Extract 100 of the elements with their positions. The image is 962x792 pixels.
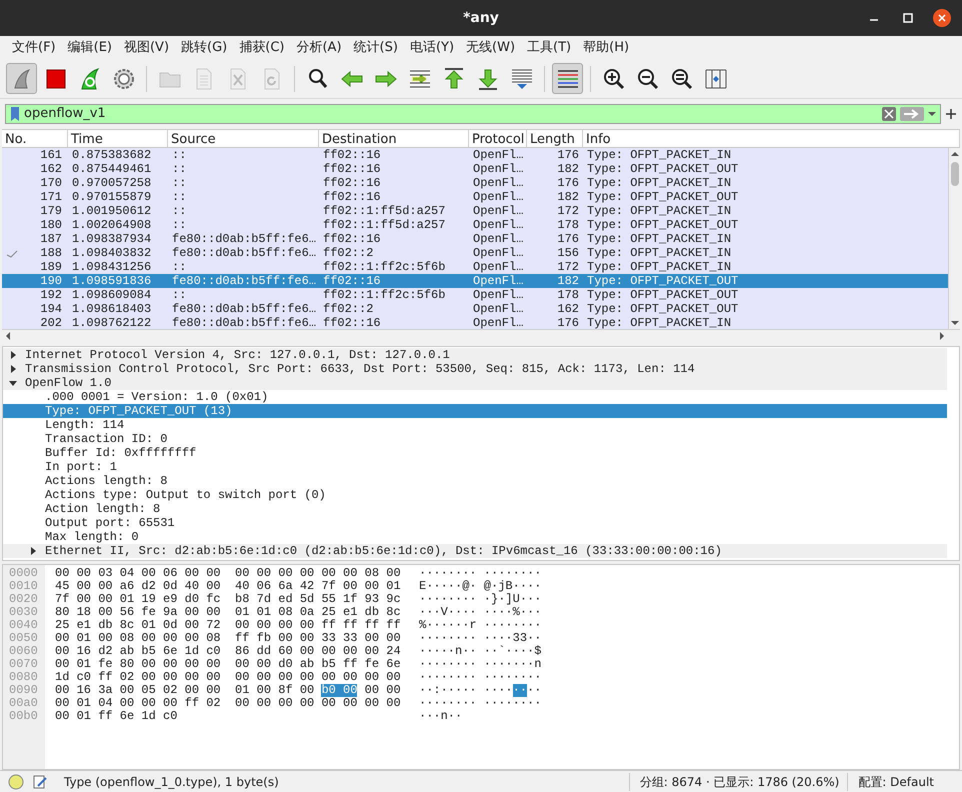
column-header[interactable]: Length (527, 130, 583, 147)
table-cell-text: OpenFl… (472, 189, 524, 205)
table-cell-text: 1.002064908 (71, 217, 152, 234)
detail-text: Ethernet II, Src: d2:ab:b5:6e:1d:c0 (d2:ab:b5:6e:1d:c0), Dst: IPv6mcast_16 (33:33:00:00:00:16) (45, 543, 722, 560)
offset-label: 0070 (8, 658, 39, 671)
column-header[interactable]: No. (2, 130, 68, 147)
detail-row[interactable]: Actions length: 8 (3, 474, 947, 488)
packet-row[interactable]: 170 0.970057258 :: ff02::16 OpenFl… 176 Type: OFPT_PACKET_IN (2, 176, 948, 190)
menu-item[interactable]: 视图(V) (118, 38, 176, 58)
scroll-right-icon[interactable] (938, 332, 946, 340)
menu-item[interactable]: 无线(W) (460, 38, 522, 58)
collapse-arrow-icon[interactable] (9, 379, 17, 387)
menu-item[interactable]: 帮助(H) (577, 38, 636, 58)
column-header[interactable]: Source (168, 130, 319, 147)
detail-text: Output port: 65531 (45, 515, 175, 531)
scroll-down-icon[interactable] (950, 319, 958, 327)
bookmark-icon[interactable] (8, 105, 22, 123)
menu-item[interactable]: 文件(F) (6, 38, 62, 58)
hex-bytes: 00 01 fe 80 00 00 00 00 00 00 d0 ab b5 ff fe 6e (55, 658, 401, 671)
column-header[interactable]: Info (583, 130, 960, 147)
detail-row[interactable]: Type: OFPT_PACKET_OUT (13) (3, 404, 947, 418)
scroll-up-icon[interactable] (950, 150, 958, 158)
table-cell-text: ff02::1:ff5d:a257 (322, 203, 446, 219)
detail-row[interactable]: In port: 1 (3, 460, 947, 474)
table-cell-text: 188 (39, 245, 63, 262)
detail-row[interactable]: Max length: 0 (3, 530, 947, 544)
close-icon[interactable] (932, 8, 952, 28)
table-cell-text: OpenFl… (472, 245, 524, 261)
packet-row[interactable]: 190 1.098591836 fe80::d0ab:b5ff:fe6… ff02::16 OpenFl… 182 Type: OFPT_PACKET_OUT (2, 274, 948, 288)
table-cell-text: 170 (39, 175, 63, 192)
column-header[interactable]: Destination (319, 130, 469, 147)
table-cell-text: 190 (39, 273, 63, 290)
table-cell-text: OpenFl… (472, 175, 524, 191)
clear-icon[interactable] (882, 107, 896, 121)
packet-row[interactable]: 179 1.001950612 :: ff02::1:ff5d:a257 OpenFl… 172 Type: OFPT_PACKET_IN (2, 204, 948, 218)
toolbar-button[interactable] (552, 63, 583, 94)
detail-row[interactable]: Action length: 8 (3, 502, 947, 516)
menu-item[interactable]: 电话(Y) (404, 38, 460, 58)
zoom-out-icon (636, 66, 660, 90)
detail-row[interactable]: Actions type: Output to switch port (0) (3, 488, 947, 502)
column-header[interactable]: Protocol (469, 130, 527, 147)
column-header[interactable]: Time (68, 130, 168, 147)
detail-text: Transmission Control Protocol, Src Port: 6633, Dst Port: 53500, Seq: 815, Ack: 1173, Len: 114 (25, 361, 695, 377)
detail-row[interactable]: Internet Protocol Version 4, Src: 127.0.0.1, Dst: 127.0.0.1 (3, 348, 947, 362)
resize-columns-icon (704, 66, 728, 90)
scrollbar-thumb[interactable] (950, 162, 958, 186)
detail-row[interactable]: OpenFlow 1.0 (3, 376, 947, 390)
packet-row[interactable]: 187 1.098387934 fe80::d0ab:b5ff:fe6… ff02::16 OpenFl… 176 Type: OFPT_PACKET_IN (2, 232, 948, 246)
packet-row[interactable]: 202 1.098762122 fe80::d0ab:b5ff:fe6… ff02::16 OpenFl… 176 Type: OFPT_PACKET_IN (2, 316, 948, 329)
table-cell-text: 1.098618403 (71, 301, 152, 318)
detail-row[interactable]: .000 0001 = Version: 1.0 (0x01) (3, 390, 947, 404)
detail-text: Buffer Id: 0xffffffff (45, 445, 196, 462)
table-cell-text: 202 (39, 315, 63, 329)
menu-item[interactable]: 捕获(C) (233, 38, 290, 58)
detail-row[interactable]: Output port: 65531 (3, 516, 947, 530)
expand-arrow-icon[interactable] (29, 547, 37, 555)
table-cell-text: Type: OFPT_PACKET_OUT (586, 287, 740, 304)
detail-row[interactable]: Buffer Id: 0xffffffff (3, 446, 947, 460)
add-icon[interactable] (945, 108, 957, 120)
table-cell-text: ff02::1:ff2c:5f6b (322, 259, 446, 275)
ascii-text: ········ ········ (419, 567, 542, 580)
table-cell-text: OpenFl… (472, 148, 524, 163)
offset-label: 00b0 (8, 710, 39, 723)
detail-text: Action length: 8 (45, 501, 160, 518)
packet-row[interactable]: 171 0.970155879 :: ff02::16 OpenFl… 182 Type: OFPT_PACKET_OUT (2, 190, 948, 204)
packet-row[interactable]: 192 1.098609084 :: ff02::1:ff2c:5f6b OpenFl… 178 Type: OFPT_PACKET_OUT (2, 288, 948, 302)
ascii-text: E·····@· @·jB···· (419, 580, 542, 593)
table-cell-text: 1.098431256 (71, 259, 152, 276)
table-cell-text: OpenFl… (472, 203, 524, 219)
packet-row[interactable]: 161 0.875383682 :: ff02::16 OpenFl… 176 Type: OFPT_PACKET_IN (2, 148, 948, 162)
menu-item[interactable]: 编辑(E) (62, 38, 118, 58)
packet-row[interactable]: 180 1.002064908 :: ff02::1:ff5d:a257 OpenFl… 178 Type: OFPT_PACKET_OUT (2, 218, 948, 232)
hex-bytes: 80 18 00 56 fe 9a 00 00 01 01 08 0a 25 e1 db 8c (55, 606, 401, 619)
menu-item[interactable]: 跳转(G) (175, 38, 234, 58)
scroll-left-icon[interactable] (4, 332, 12, 340)
detail-text: Internet Protocol Version 4, Src: 127.0.0.1, Dst: 127.0.0.1 (25, 347, 450, 363)
offset-label: 0000 (8, 567, 39, 580)
menu-item[interactable]: 分析(A) (290, 38, 348, 58)
packet-row[interactable]: 188 1.098403832 fe80::d0ab:b5ff:fe6… ff02::2 OpenFl… 156 Type: OFPT_PACKET_IN (2, 246, 948, 260)
detail-text: Transaction ID: 0 (45, 431, 168, 447)
packet-row[interactable]: 189 1.098431256 :: ff02::1:ff2c:5f6b OpenFl… 172 Type: OFPT_PACKET_IN (2, 260, 948, 274)
ascii-text: ········ ········ (419, 671, 542, 684)
packet-row[interactable]: 194 1.098618403 fe80::d0ab:b5ff:fe6… ff02::2 OpenFl… 162 Type: OFPT_PACKET_OUT (2, 302, 948, 316)
menu-item[interactable]: 统计(S) (348, 38, 404, 58)
detail-row[interactable]: Ethernet II, Src: d2:ab:b5:6e:1d:c0 (d2:ab:b5:6e:1d:c0), Dst: IPv6mcast_16 (33:33:00:00:00:16) (3, 544, 947, 558)
detail-text: Max length: 0 (45, 529, 139, 545)
hex-bytes: 00 00 03 04 00 06 00 00 00 00 00 00 00 00 08 00 (55, 567, 401, 580)
edit-comment-icon[interactable] (32, 774, 48, 790)
status-indicator-icon[interactable] (8, 774, 24, 790)
detail-row[interactable]: Transmission Control Protocol, Src Port: 6633, Dst Port: 53500, Seq: 815, Ack: 1173, Len: 114 (3, 362, 947, 376)
detail-row[interactable]: Length: 114 (3, 418, 947, 432)
menu-item[interactable]: 工具(T) (521, 38, 578, 58)
table-cell-text: 1.098591836 (71, 273, 152, 290)
packet-row[interactable]: 162 0.875449461 :: ff02::16 OpenFl… 182 Type: OFPT_PACKET_OUT (2, 162, 948, 176)
autoscroll-icon (510, 66, 534, 90)
detail-row[interactable]: Transaction ID: 0 (3, 432, 947, 446)
table-cell-text: :: (171, 189, 188, 206)
table-cell-text: 194 (39, 301, 63, 318)
table-cell-text: 172 (556, 203, 580, 220)
offset-label: 0090 (8, 684, 39, 697)
